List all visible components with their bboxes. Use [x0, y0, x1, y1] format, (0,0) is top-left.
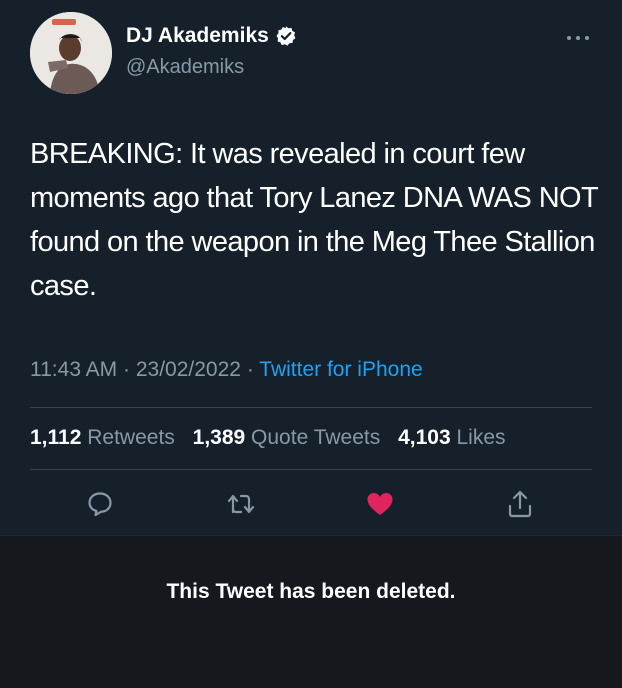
retweets-label: Retweets: [87, 426, 175, 449]
tweet-date: 23/02/2022: [135, 358, 241, 381]
quotes-label: Quote Tweets: [251, 426, 381, 449]
verified-badge-icon: [276, 26, 296, 46]
tweet-meta: 11:43 AM · 23/02/2022 · Twitter for iPho…: [30, 358, 423, 382]
share-button[interactable]: [502, 486, 538, 522]
meta-separator: ·: [246, 358, 254, 381]
avatar-photo-icon: [30, 12, 112, 94]
like-button[interactable]: [362, 486, 398, 522]
author-name-row[interactable]: DJ Akademiks: [126, 24, 297, 48]
retweets-count: 1,112: [30, 426, 82, 449]
quotes-stat[interactable]: 1,389 Quote Tweets: [193, 426, 381, 449]
likes-label: Likes: [456, 426, 506, 449]
author-display-name[interactable]: DJ Akademiks: [126, 24, 269, 48]
action-bar: [0, 486, 622, 526]
share-icon: [508, 490, 532, 518]
tweet-card: DJ Akademiks @Akademiks BREAKING: It was…: [0, 0, 622, 535]
more-options-icon[interactable]: [566, 34, 590, 42]
likes-stat[interactable]: 4,103 Likes: [398, 426, 505, 449]
reply-button[interactable]: [82, 486, 118, 522]
retweets-stat[interactable]: 1,112 Retweets: [30, 426, 175, 449]
avatar[interactable]: [30, 12, 112, 94]
tweet-text: BREAKING: It was revealed in court few m…: [30, 138, 598, 302]
retweet-button[interactable]: [223, 486, 259, 522]
deleted-tweet-notice: This Tweet has been deleted.: [0, 535, 622, 688]
likes-count: 4,103: [398, 426, 451, 449]
tweet-time: 11:43 AM: [30, 358, 118, 381]
deleted-message: This Tweet has been deleted.: [166, 580, 456, 603]
meta-separator: ·: [123, 358, 131, 381]
retweet-icon: [227, 494, 255, 514]
reply-icon: [88, 492, 112, 517]
heart-icon: [367, 493, 393, 515]
tweet-source-link[interactable]: Twitter for iPhone: [259, 358, 422, 381]
author-handle[interactable]: @Akademiks: [126, 56, 244, 79]
divider: [30, 407, 592, 408]
tweet-stats: 1,112 Retweets 1,389 Quote Tweets 4,103 …: [30, 426, 506, 450]
quotes-count: 1,389: [192, 426, 246, 449]
divider: [30, 469, 592, 470]
